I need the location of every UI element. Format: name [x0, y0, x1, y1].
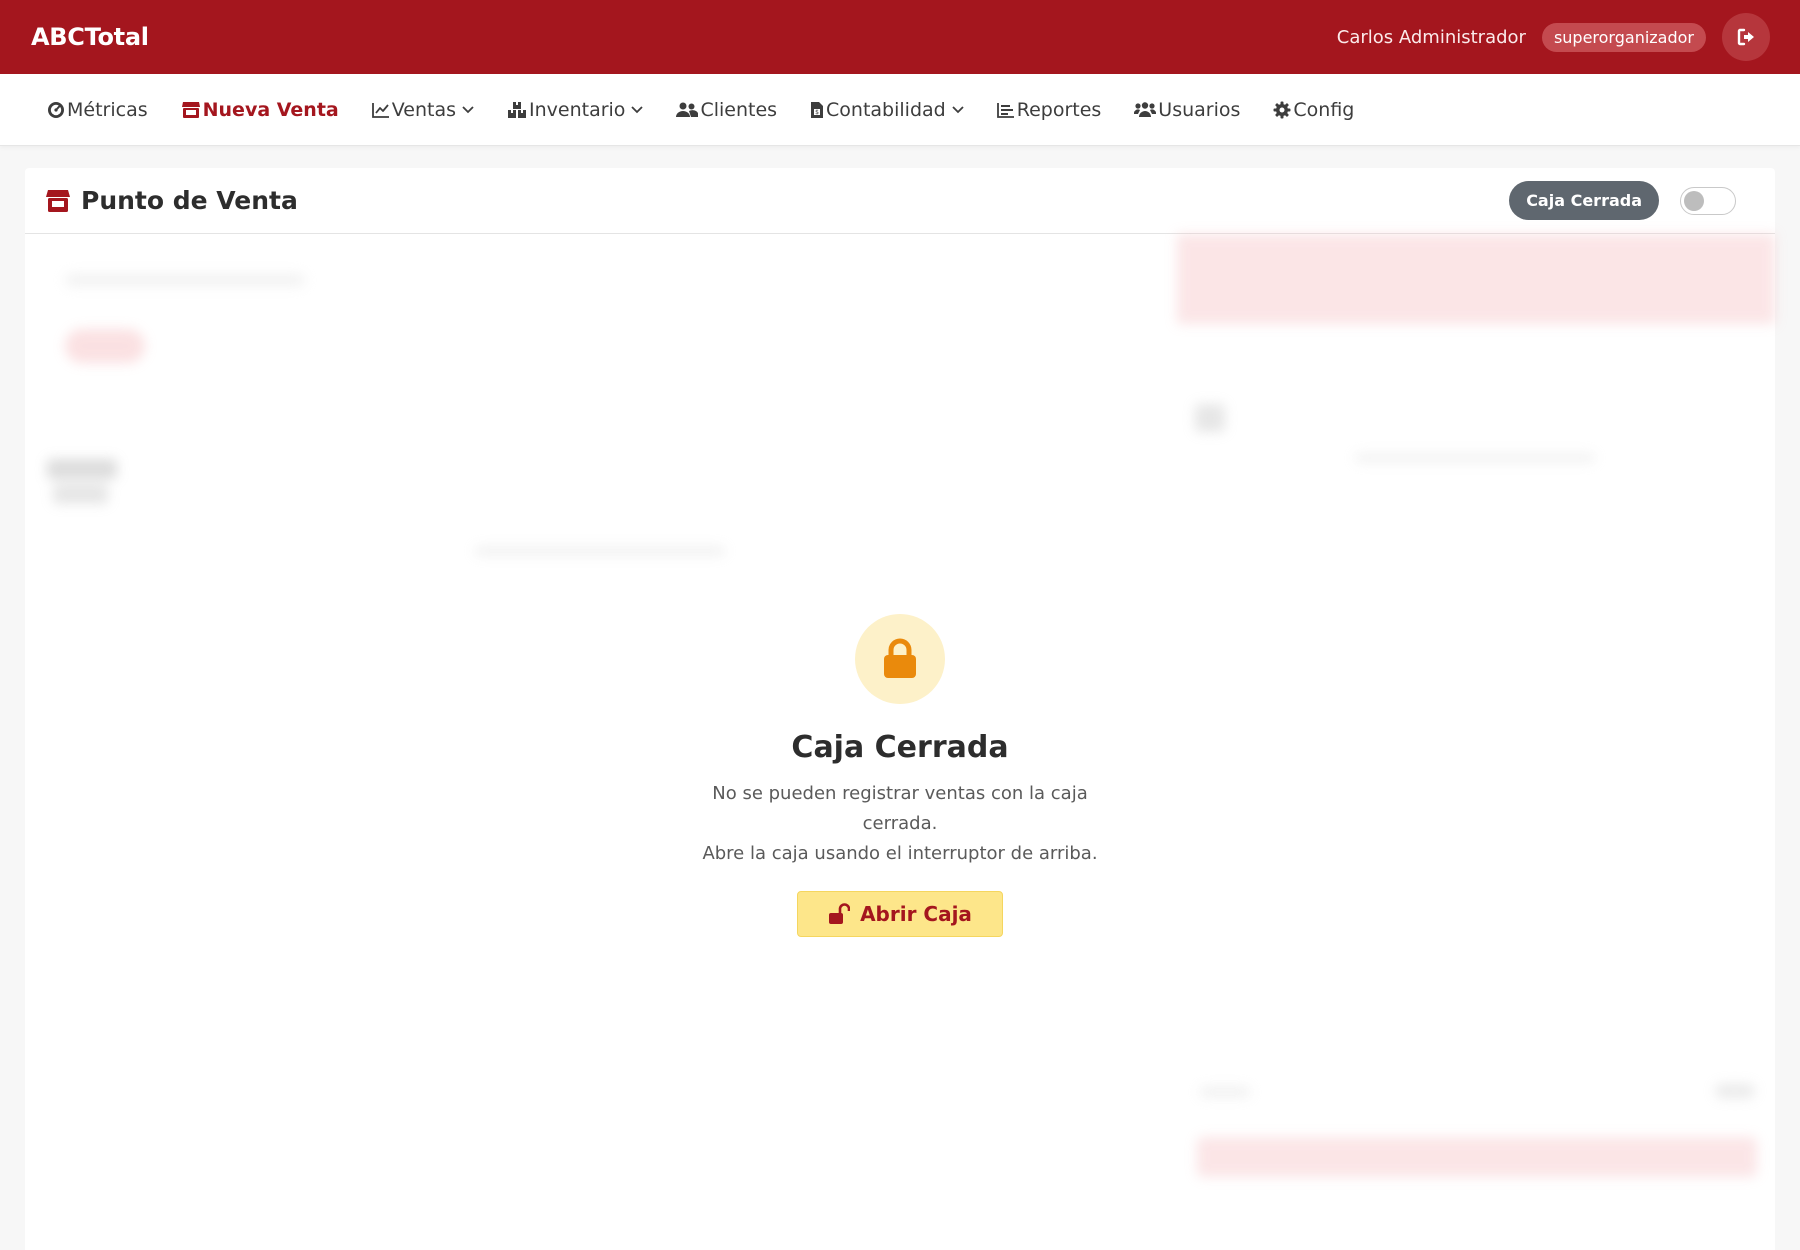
- page-title: Punto de Venta: [45, 186, 298, 215]
- brand-logo[interactable]: ABCTotal: [31, 23, 149, 51]
- users-icon: [676, 102, 699, 117]
- nav-item-ventas[interactable]: Ventas: [371, 98, 474, 121]
- nav-item-contabilidad[interactable]: $ Contabilidad: [810, 99, 964, 121]
- blurred-controls: [1715, 1084, 1755, 1098]
- lock-badge: [855, 614, 945, 704]
- nav-label-ventas: Ventas: [391, 98, 456, 121]
- nav-label-contabilidad: Contabilidad: [826, 98, 946, 121]
- chevron-down-icon: [952, 105, 964, 113]
- blurred-search: [65, 274, 305, 286]
- nav-label-inventario: Inventario: [529, 98, 626, 121]
- file-invoice-icon: $: [811, 101, 824, 118]
- open-register-button[interactable]: Abrir Caja: [797, 891, 1003, 937]
- cash-register-toggle[interactable]: [1680, 186, 1736, 215]
- chevron-down-icon: [631, 105, 644, 113]
- blurred-text: [475, 547, 725, 555]
- open-register-label: Abrir Caja: [860, 902, 972, 926]
- card-header: Punto de Venta Caja Cerrada: [25, 168, 1775, 234]
- nav-item-config[interactable]: Config: [1273, 99, 1354, 121]
- pos-card: Punto de Venta Caja Cerrada Caja Cerrada…: [25, 168, 1775, 1250]
- closed-register-title: Caja Cerrada: [791, 730, 1009, 765]
- nav-label-config: Config: [1293, 98, 1355, 121]
- nav-item-clientes[interactable]: Clientes: [676, 99, 777, 121]
- chart-line-icon: [371, 102, 389, 118]
- top-bar: ABCTotal Carlos Administrador superorgan…: [0, 0, 1800, 74]
- page-title-text: Punto de Venta: [81, 186, 298, 215]
- lock-icon: [884, 638, 916, 678]
- user-area: Carlos Administrador superorganizador: [1337, 13, 1770, 61]
- toggle-knob: [1684, 190, 1704, 211]
- user-name: Carlos Administrador: [1336, 26, 1526, 48]
- store-icon: [181, 101, 200, 118]
- list-icon: [996, 102, 1014, 118]
- gear-icon: [1273, 101, 1291, 118]
- message-line-1: No se pueden registrar ventas con la caj…: [712, 783, 1088, 834]
- nav-item-reportes[interactable]: Reportes: [996, 98, 1102, 121]
- nav-item-inventario[interactable]: Inventario: [507, 98, 644, 121]
- nav-label-clientes: Clientes: [700, 98, 778, 121]
- blurred-text: [1355, 454, 1595, 462]
- nav-item-metricas[interactable]: Métricas: [47, 99, 148, 121]
- message-line-2: Abre la caja usando el interruptor de ar…: [702, 843, 1098, 864]
- store-icon: [46, 189, 70, 212]
- blurred-cart-icon: [1195, 404, 1225, 432]
- header-controls: Caja Cerrada: [1509, 181, 1755, 220]
- unlock-icon: [829, 903, 851, 924]
- users-cog-icon: [1134, 101, 1157, 117]
- nav-label-usuarios: Usuarios: [1158, 98, 1241, 121]
- blurred-block: [53, 484, 108, 504]
- blurred-block: [47, 459, 117, 479]
- sign-out-icon: [1737, 28, 1754, 46]
- nav-label-metricas: Métricas: [67, 98, 148, 121]
- nav-label-reportes: Reportes: [1016, 98, 1102, 121]
- main-nav: Métricas Nueva Venta Ventas Inventario C…: [0, 74, 1800, 146]
- boxes-icon: [508, 101, 526, 118]
- logout-button[interactable]: [1722, 13, 1770, 61]
- role-badge: superorganizador: [1541, 22, 1706, 52]
- blurred-checkout-button: [1197, 1137, 1757, 1177]
- closed-register-panel: Caja Cerrada No se pueden registrar vent…: [25, 614, 1775, 937]
- gauge-icon: [48, 101, 64, 118]
- nav-item-nueva-venta[interactable]: Nueva Venta: [181, 99, 339, 121]
- cash-status-badge: Caja Cerrada: [1509, 181, 1659, 220]
- closed-register-message: No se pueden registrar ventas con la caj…: [685, 779, 1115, 869]
- chevron-down-icon: [462, 105, 474, 113]
- blurred-cart-header: [1177, 234, 1775, 324]
- nav-item-usuarios[interactable]: Usuarios: [1134, 99, 1240, 121]
- svg-text:$: $: [815, 109, 819, 116]
- blurred-text: [1200, 1087, 1250, 1097]
- blurred-category-chip: [65, 329, 145, 363]
- nav-label-nueva-venta: Nueva Venta: [202, 98, 339, 121]
